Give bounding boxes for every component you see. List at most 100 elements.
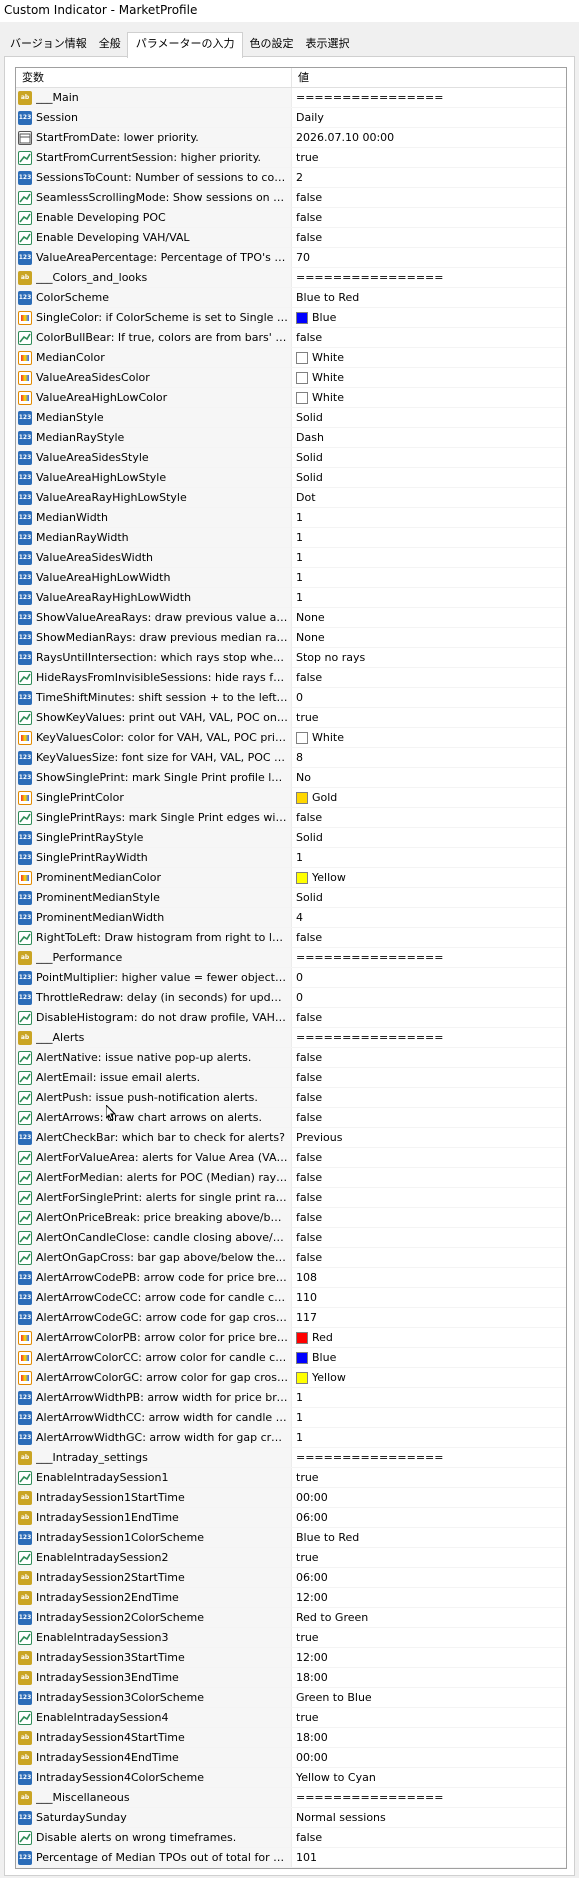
parameter-value-cell[interactable]: false	[292, 1828, 566, 1847]
parameter-row[interactable]: 123 AlertArrowCodeCC: arrow code for cand…	[16, 1288, 566, 1308]
parameter-row[interactable]: ab IntradaySession4StartTime 18:00	[16, 1728, 566, 1748]
parameter-value-cell[interactable]: 1	[292, 568, 566, 587]
parameter-row[interactable]: 123 IntradaySession1ColorScheme Blue to Re…	[16, 1528, 566, 1548]
parameter-row[interactable]: SeamlessScrollingMode: Show sessions on …	[16, 188, 566, 208]
parameter-row[interactable]: 123 AlertArrowCodePB: arrow code for pric…	[16, 1268, 566, 1288]
parameter-value-cell[interactable]: 18:00	[292, 1728, 566, 1747]
parameter-value-cell[interactable]: true	[292, 1708, 566, 1727]
parameter-value-cell[interactable]: Gold	[292, 788, 566, 807]
parameter-row[interactable]: ab ___Main ================	[16, 88, 566, 108]
parameter-row[interactable]: ab IntradaySession2EndTime 12:00	[16, 1588, 566, 1608]
parameter-value-cell[interactable]: Solid	[292, 448, 566, 467]
parameter-row[interactable]: AlertForValueArea: alerts for Value Area…	[16, 1148, 566, 1168]
parameter-value-cell[interactable]: Dot	[292, 488, 566, 507]
parameter-value-cell[interactable]: Dash	[292, 428, 566, 447]
parameter-row[interactable]: ab IntradaySession3EndTime 18:00	[16, 1668, 566, 1688]
parameter-row[interactable]: 123 MedianRayStyle Dash	[16, 428, 566, 448]
tab-2[interactable]: パラメーターの入力	[126, 32, 244, 58]
parameter-value-cell[interactable]: None	[292, 608, 566, 627]
parameter-value-cell[interactable]: false	[292, 1188, 566, 1207]
parameter-value-cell[interactable]: false	[292, 1088, 566, 1107]
tab-1[interactable]: 全般	[93, 34, 127, 56]
parameter-value-cell[interactable]: 1	[292, 548, 566, 567]
parameter-value-cell[interactable]: false	[292, 1208, 566, 1227]
parameter-row[interactable]: HideRaysFromInvisibleSessions: hide rays…	[16, 668, 566, 688]
parameter-value-cell[interactable]: 108	[292, 1268, 566, 1287]
parameter-value-cell[interactable]: Blue to Red	[292, 1528, 566, 1547]
parameter-value-cell[interactable]: Blue	[292, 1348, 566, 1367]
parameter-value-cell[interactable]: 0	[292, 688, 566, 707]
parameter-row[interactable]: 123 TimeShiftMinutes: shift session + to …	[16, 688, 566, 708]
parameter-row[interactable]: AlertForMedian: alerts for POC (Median) …	[16, 1168, 566, 1188]
parameter-row[interactable]: Enable Developing POC false	[16, 208, 566, 228]
parameter-value-cell[interactable]: White	[292, 728, 566, 747]
parameter-value-cell[interactable]: 00:00	[292, 1488, 566, 1507]
parameter-row[interactable]: 123 IntradaySession3ColorScheme Green to B…	[16, 1688, 566, 1708]
parameter-row[interactable]: 123 RaysUntilIntersection: which rays sto…	[16, 648, 566, 668]
parameter-value-cell[interactable]: Yellow to Cyan	[292, 1768, 566, 1787]
parameter-value-cell[interactable]: 18:00	[292, 1668, 566, 1687]
parameter-row[interactable]: 123 PointMultiplier: higher value = fewer…	[16, 968, 566, 988]
parameter-value-cell[interactable]: false	[292, 808, 566, 827]
parameter-row[interactable]: ab IntradaySession3StartTime 12:00	[16, 1648, 566, 1668]
parameter-value-cell[interactable]: true	[292, 148, 566, 167]
parameter-row[interactable]: DisableHistogram: do not draw profile, V…	[16, 1008, 566, 1028]
parameter-row[interactable]: 123 ValueAreaHighLowWidth 1	[16, 568, 566, 588]
parameter-value-cell[interactable]: 8	[292, 748, 566, 767]
parameter-row[interactable]: 123 AlertArrowWidthPB: arrow width for pr…	[16, 1388, 566, 1408]
parameter-value-cell[interactable]: Yellow	[292, 868, 566, 887]
parameter-row[interactable]: 123 ThrottleRedraw: delay (in seconds) fo…	[16, 988, 566, 1008]
parameter-row[interactable]: 123 AlertArrowWidthCC: arrow width for ca…	[16, 1408, 566, 1428]
parameter-row[interactable]: 123 Percentage of Median TPOs out of tota…	[16, 1848, 566, 1868]
parameter-row[interactable]: ValueAreaHighLowColor White	[16, 388, 566, 408]
parameter-value-cell[interactable]: 06:00	[292, 1568, 566, 1587]
parameter-value-cell[interactable]: 12:00	[292, 1588, 566, 1607]
parameter-row[interactable]: 123 MedianRayWidth 1	[16, 528, 566, 548]
parameter-row[interactable]: 123 MedianStyle Solid	[16, 408, 566, 428]
parameter-row[interactable]: AlertEmail: issue email alerts. false	[16, 1068, 566, 1088]
parameter-row[interactable]: 123 AlertArrowCodeGC: arrow code for gap …	[16, 1308, 566, 1328]
parameter-row[interactable]: 123 ProminentMedianWidth 4	[16, 908, 566, 928]
parameter-row[interactable]: StartFromDate: lower priority. 2026.07.10…	[16, 128, 566, 148]
parameter-value-cell[interactable]: false	[292, 1108, 566, 1127]
parameter-row[interactable]: 123 KeyValuesSize: font size for VAH, VAL…	[16, 748, 566, 768]
parameter-row[interactable]: 123 ShowValueAreaRays: draw previous valu…	[16, 608, 566, 628]
parameter-row[interactable]: SingleColor: if ColorScheme is set to Si…	[16, 308, 566, 328]
parameter-value-cell[interactable]: 1	[292, 848, 566, 867]
parameter-row[interactable]: AlertOnPriceBreak: price breaking above/…	[16, 1208, 566, 1228]
parameter-value-cell[interactable]: true	[292, 708, 566, 727]
parameter-row[interactable]: 123 ShowSinglePrint: mark Single Print pr…	[16, 768, 566, 788]
parameter-row[interactable]: ProminentMedianColor Yellow	[16, 868, 566, 888]
parameter-value-cell[interactable]: 70	[292, 248, 566, 267]
parameter-row[interactable]: 123 ValueAreaPercentage: Percentage of TP…	[16, 248, 566, 268]
parameter-row[interactable]: ValueAreaSidesColor White	[16, 368, 566, 388]
parameter-row[interactable]: 123 ValueAreaRayHighLowStyle Dot	[16, 488, 566, 508]
parameter-row[interactable]: 123 ValueAreaSidesWidth 1	[16, 548, 566, 568]
parameter-row[interactable]: SinglePrintRays: mark Single Print edges…	[16, 808, 566, 828]
tab-0[interactable]: バージョン情報	[4, 34, 93, 56]
parameter-value-cell[interactable]: ================	[292, 948, 566, 967]
parameter-row[interactable]: 123 IntradaySession2ColorScheme Red to Gre…	[16, 1608, 566, 1628]
parameter-value-cell[interactable]: true	[292, 1628, 566, 1647]
parameter-value-cell[interactable]: Yellow	[292, 1368, 566, 1387]
parameter-row[interactable]: 123 SinglePrintRayStyle Solid	[16, 828, 566, 848]
parameter-value-cell[interactable]: 2	[292, 168, 566, 187]
parameter-row[interactable]: ab ___Intraday_settings ================	[16, 1448, 566, 1468]
parameter-value-cell[interactable]: false	[292, 1008, 566, 1027]
parameter-value-cell[interactable]: 1	[292, 508, 566, 527]
parameter-value-cell[interactable]: false	[292, 1168, 566, 1187]
parameter-value-cell[interactable]: false	[292, 188, 566, 207]
parameter-value-cell[interactable]: 0	[292, 968, 566, 987]
parameter-row[interactable]: EnableIntradaySession2 true	[16, 1548, 566, 1568]
parameter-value-cell[interactable]: false	[292, 1248, 566, 1267]
parameter-row[interactable]: ab IntradaySession1StartTime 00:00	[16, 1488, 566, 1508]
parameter-row[interactable]: AlertArrowColorPB: arrow color for price…	[16, 1328, 566, 1348]
parameter-row[interactable]: EnableIntradaySession3 true	[16, 1628, 566, 1648]
parameter-value-cell[interactable]: 12:00	[292, 1648, 566, 1667]
parameter-value-cell[interactable]: false	[292, 208, 566, 227]
parameter-value-cell[interactable]: 117	[292, 1308, 566, 1327]
parameter-value-cell[interactable]: ================	[292, 1448, 566, 1467]
parameter-row[interactable]: AlertNative: issue native pop-up alerts.…	[16, 1048, 566, 1068]
parameter-row[interactable]: AlertPush: issue push-notification alert…	[16, 1088, 566, 1108]
parameter-row[interactable]: 123 AlertArrowWidthGC: arrow width for ga…	[16, 1428, 566, 1448]
